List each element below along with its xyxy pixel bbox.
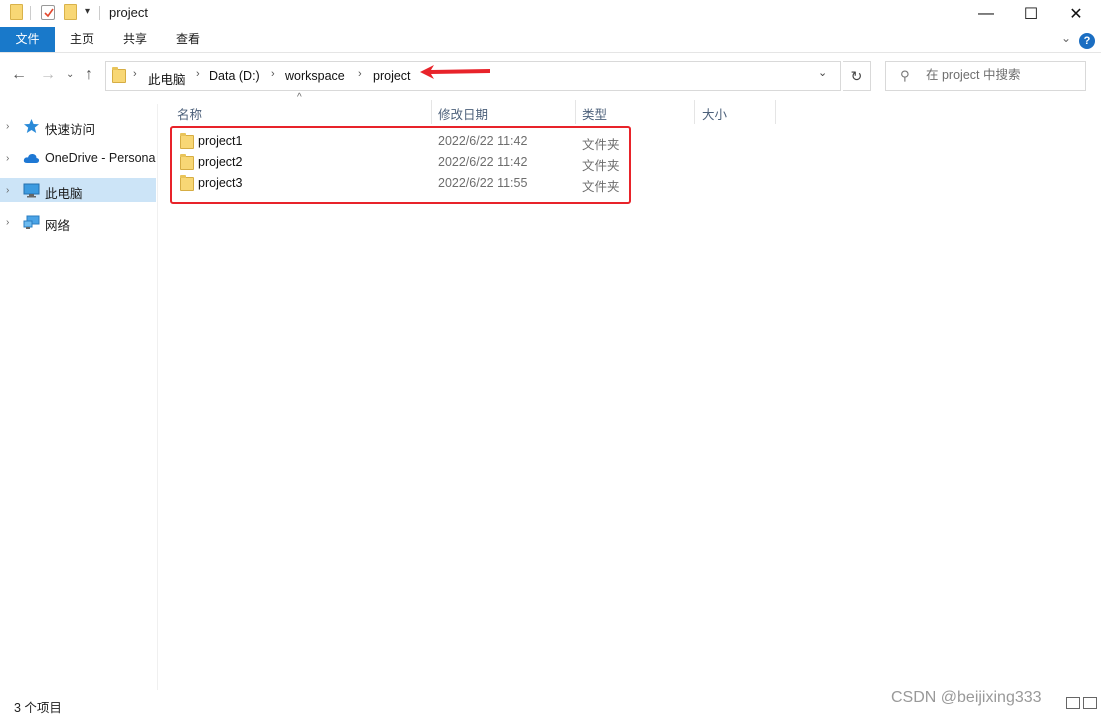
customize-quick-access-icon[interactable]: ▾ <box>85 6 90 17</box>
large-icons-view-icon[interactable] <box>1083 697 1097 709</box>
chevron-right-icon: › <box>133 68 137 80</box>
expand-ribbon-icon[interactable]: ⌄ <box>1061 31 1071 45</box>
chevron-right-icon[interactable]: › <box>6 121 9 132</box>
folder-icon <box>10 4 23 20</box>
refresh-button[interactable]: ↻ <box>843 61 871 91</box>
tab-view[interactable]: 查看 <box>164 27 212 52</box>
sidebar-item-quick-access[interactable]: › 快速访问 <box>0 114 156 138</box>
search-input[interactable] <box>926 68 1076 82</box>
search-icon: ⚲ <box>900 68 910 83</box>
sidebar-item-label: 网络 <box>45 219 71 233</box>
column-size[interactable]: 大小 <box>702 104 727 123</box>
tab-home[interactable]: 主页 <box>58 27 106 52</box>
tab-share[interactable]: 共享 <box>111 27 159 52</box>
close-button[interactable]: ✕ <box>1053 0 1099 27</box>
folder-icon <box>112 67 126 83</box>
up-button[interactable]: ↑ <box>85 66 93 84</box>
annotation-arrow-icon <box>420 65 490 79</box>
star-icon <box>24 119 39 133</box>
navigation-bar: ← → ⌄ ↑ › 此电脑 › Data (D:) › workspace › … <box>0 56 1101 94</box>
breadcrumb-workspace[interactable]: workspace <box>285 69 345 83</box>
chevron-right-icon[interactable]: › <box>6 185 9 196</box>
divider <box>99 6 100 20</box>
sidebar-item-network[interactable]: › 网络 <box>0 210 156 234</box>
breadcrumb-project[interactable]: project <box>373 69 411 83</box>
annotation-highlight-box <box>170 126 631 204</box>
title-bar: ▾ project — ☐ ✕ <box>0 0 1101 27</box>
ribbon-tabs: 文件 主页 共享 查看 ⌄ ? <box>0 27 1101 53</box>
address-history-dropdown-icon[interactable]: ⌄ <box>818 66 827 79</box>
divider <box>30 6 31 20</box>
cloud-icon <box>23 153 40 163</box>
chevron-right-icon[interactable]: › <box>6 153 9 164</box>
network-icon <box>23 215 40 229</box>
column-name[interactable]: 名称 <box>177 104 202 123</box>
breadcrumb-data-drive[interactable]: Data (D:) <box>209 69 260 83</box>
maximize-button[interactable]: ☐ <box>1008 0 1054 27</box>
tab-file[interactable]: 文件 <box>0 27 55 52</box>
sidebar-item-label: 快速访问 <box>45 123 96 137</box>
back-button[interactable]: ← <box>11 66 27 84</box>
chevron-right-icon[interactable]: › <box>6 217 9 228</box>
column-divider[interactable] <box>775 100 776 124</box>
sidebar-item-label: 此电脑 <box>45 187 83 201</box>
chevron-right-icon: › <box>358 68 362 80</box>
new-folder-icon[interactable] <box>64 4 77 20</box>
minimize-button[interactable]: — <box>963 0 1009 27</box>
column-divider[interactable] <box>431 100 432 124</box>
column-type[interactable]: 类型 <box>582 104 607 123</box>
details-view-icon[interactable] <box>1066 697 1080 709</box>
chevron-right-icon: › <box>271 68 275 80</box>
column-date-modified[interactable]: 修改日期 <box>438 104 488 123</box>
navigation-pane: › 快速访问 › OneDrive - Personal › 此电脑 › 网络 <box>0 104 158 690</box>
breadcrumb-this-pc[interactable]: 此电脑 <box>148 69 186 88</box>
recent-locations-icon[interactable]: ⌄ <box>66 69 74 80</box>
item-count: 3 个项目 <box>14 701 62 715</box>
window-title: project <box>109 5 149 20</box>
column-divider[interactable] <box>694 100 695 124</box>
column-divider[interactable] <box>575 100 576 124</box>
sort-ascending-icon: ^ <box>297 92 302 103</box>
forward-button[interactable]: → <box>40 66 56 84</box>
sidebar-item-this-pc[interactable]: › 此电脑 <box>0 178 156 202</box>
help-icon[interactable]: ? <box>1079 33 1095 49</box>
computer-icon <box>23 183 40 198</box>
properties-icon[interactable] <box>41 5 55 20</box>
column-headers: ^ 名称 修改日期 类型 大小 <box>158 92 1101 124</box>
watermark: CSDN @beijixing333 <box>891 689 1042 706</box>
sidebar-item-onedrive[interactable]: › OneDrive - Personal <box>0 146 156 170</box>
sidebar-item-label: OneDrive - Personal <box>45 151 156 165</box>
chevron-right-icon: › <box>196 68 200 80</box>
search-box[interactable]: ⚲ <box>885 61 1086 91</box>
